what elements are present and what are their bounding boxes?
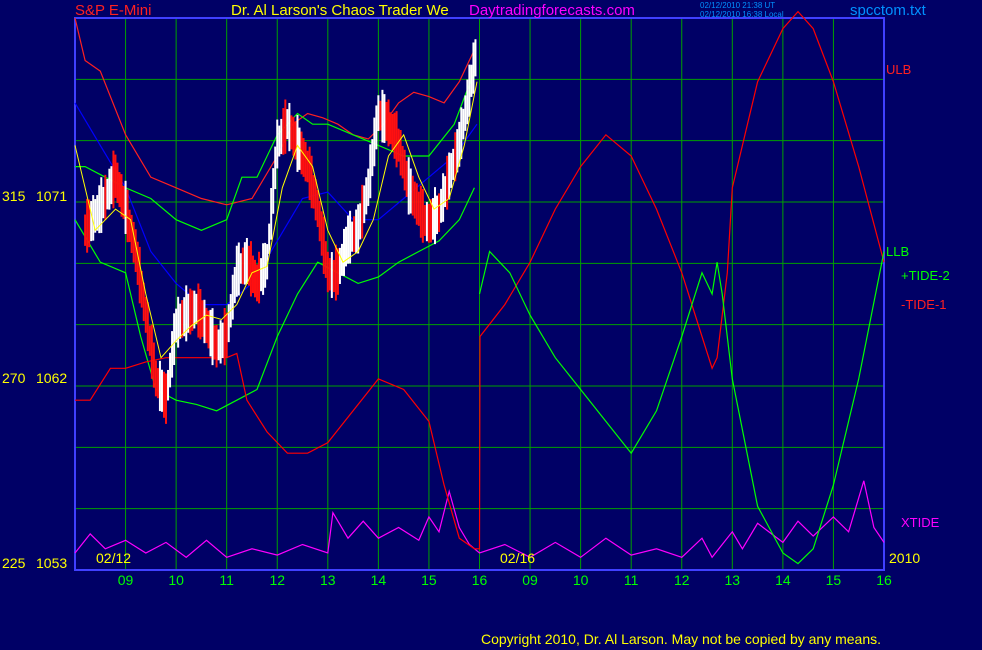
y-tick-left-270: 270 [2,370,26,386]
year-label: 2010 [889,550,921,566]
x-tick-label: 12 [269,572,285,588]
series-label-tide1: -TIDE-1 [901,297,947,312]
series-label-xtide: XTIDE [901,515,940,530]
x-tick-label: 09 [522,572,538,588]
x-tick-label: 11 [219,572,234,588]
date-label-mid: 02/16 [500,550,536,566]
x-tick-label: 14 [371,572,387,588]
x-tick-label: 16 [876,572,892,588]
x-tick-label: 09 [118,572,134,588]
y-tick-left-315: 315 [2,188,26,204]
y-tick-right-1062: 1062 [36,370,68,386]
x-tick-label: 15 [421,572,437,588]
timestamp-local: 02/12/2010 16:38 Local [700,10,784,19]
x-tick-label: 16 [472,572,488,588]
y-tick-right-1053: 1053 [36,555,68,571]
symbol-title: S&P E-Mini [75,2,152,19]
x-tick-label: 11 [624,572,639,588]
x-tick-label: 13 [320,572,336,588]
copyright: Copyright 2010, Dr. Al Larson. May not b… [481,631,882,647]
data-filename: spcctom.txt [850,2,926,19]
chart-canvas: 09 10 11 12 13 14 15 16 09 10 11 12 13 14 15 16 [74,10,892,588]
llb-line [74,187,475,412]
x-tick-label: 14 [775,572,791,588]
x-tick-label: 10 [168,572,184,588]
y-tick-left-225: 225 [2,555,26,571]
x-tick-label: 10 [573,572,589,588]
x-tick-label: 12 [674,572,690,588]
x-tick-label: 15 [826,572,842,588]
y-tick-right-1071: 1071 [36,188,68,204]
timestamp-ut: 02/12/2010 21:38 UT [700,1,776,10]
x-tick-label: 13 [725,572,741,588]
chart-title: Dr. Al Larson's Chaos Trader We [231,2,449,19]
series-label-tide2: +TIDE-2 [901,268,950,283]
site-link[interactable]: Daytradingforecasts.com [469,2,635,19]
series-label-ulb: ULB [886,62,912,77]
series-label-llb: LLB [886,244,910,259]
date-label-start: 02/12 [96,550,132,566]
